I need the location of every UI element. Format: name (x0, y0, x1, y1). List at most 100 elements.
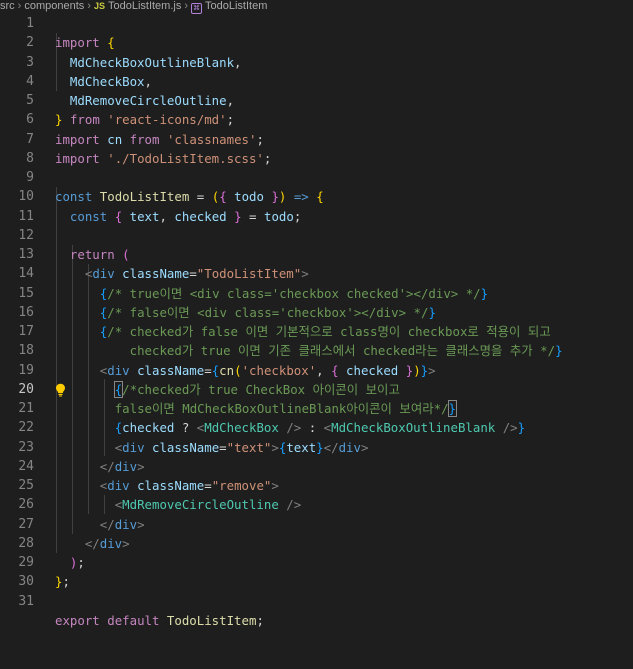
code-token: cn (219, 362, 235, 378)
line-number: 19 (18, 362, 34, 378)
code-line: <div className="TodoListItem"> (55, 264, 563, 283)
code-token: > (360, 439, 369, 455)
code-token: const (69, 208, 108, 224)
code-token: </ (84, 535, 100, 551)
code-token: className (152, 439, 220, 455)
code-token: } (316, 439, 324, 455)
code-token: MdRemoveCircleOutline (122, 497, 279, 513)
code-token: > (137, 458, 145, 474)
line-number: 8 (26, 150, 34, 166)
code-token: > (271, 439, 279, 455)
code-token: TodoListItem (99, 189, 190, 205)
code-token: text (129, 208, 160, 224)
line-number: 2 (26, 35, 34, 51)
code-lines: import { MdCheckBoxOutlineBlank, MdCheck… (55, 14, 563, 669)
code-token: } (428, 304, 436, 320)
code-token: } (517, 420, 526, 436)
line-number: 1 (26, 16, 34, 31)
code-token: ; (256, 612, 264, 628)
code-line: {/* checked가 false 이면 기본적으로 class명이 chec… (55, 322, 563, 341)
code-line: {/* false이면 <div class='checkbox'></div>… (55, 303, 563, 322)
code-line: MdCheckBoxOutlineBlank, (55, 53, 563, 72)
code-token: > (301, 266, 309, 282)
code-token: TodoListItem (166, 612, 257, 628)
line-number: 25 (18, 478, 34, 493)
line-number: 29 (18, 555, 34, 570)
code-token: } (480, 285, 489, 301)
breadcrumb-item-src[interactable]: src (0, 0, 15, 12)
line-number: 16 (18, 304, 34, 320)
code-token: /* true이면 <div class='checkbox checked'>… (107, 285, 481, 301)
code-token: "remove" (211, 478, 272, 493)
code-token: from (129, 131, 160, 147)
code-token: ; (256, 131, 264, 147)
code-token: ? (181, 420, 190, 436)
code-token: > (271, 478, 279, 493)
line-number: 13 (18, 247, 34, 262)
line-number: 18 (18, 343, 34, 359)
code-line: </div> (55, 534, 563, 553)
code-token: todo (234, 189, 264, 205)
code-token: div (338, 439, 361, 455)
code-token: } (234, 208, 242, 224)
code-line: const TodoListItem = ({ todo }) => { (55, 187, 563, 206)
code-token: default (107, 612, 160, 628)
line-number: 27 (18, 516, 34, 532)
code-token: ; (62, 574, 70, 590)
chevron-right-icon: › (17, 0, 22, 12)
line-number: 3 (26, 54, 34, 70)
code-token: > (122, 535, 130, 551)
breadcrumb-item-symbol[interactable]: TodoListItem (205, 0, 267, 12)
code-token: div (99, 535, 123, 551)
code-line: {/* true이면 <div class='checkbox checked'… (55, 284, 563, 303)
code-token: { (331, 362, 339, 378)
line-number: 5 (26, 93, 34, 108)
code-line: </div> (55, 457, 563, 476)
code-line: {/*checked가 true CheckBox 아이콘이 보이고 (55, 380, 563, 399)
line-number: 17 (18, 324, 34, 339)
code-token: < (323, 420, 332, 436)
code-token: checked (346, 362, 399, 378)
code-token: > (428, 362, 436, 378)
code-token: > (137, 516, 145, 532)
code-token: ) (413, 362, 421, 378)
code-line: </div> (55, 515, 563, 534)
code-token: './TodoListItem.scss' (107, 150, 264, 166)
line-number: 10 (18, 189, 34, 205)
line-number: 30 (18, 574, 34, 590)
code-token: = (219, 439, 227, 455)
code-token: ; (77, 555, 85, 570)
code-token: /* checked가 false 이면 기본적으로 class명이 check… (107, 324, 551, 339)
chevron-right-icon: › (184, 0, 189, 12)
code-editor[interactable]: 1 2 3 4 5 6 7 8 9 10 11 12 13 14 15 16 1… (0, 14, 633, 628)
line-number: 6 (26, 112, 34, 128)
breadcrumb-item-components[interactable]: components (24, 0, 84, 12)
code-token: import (55, 150, 100, 166)
line-number: 31 (18, 593, 34, 609)
code-token: cn (107, 131, 123, 147)
code-token: div (114, 458, 138, 474)
code-token: div (92, 266, 115, 282)
code-token: import (55, 35, 100, 51)
code-token: import (55, 131, 100, 147)
code-token: = (189, 266, 197, 282)
code-token: } (55, 112, 63, 128)
breadcrumb-item-file[interactable]: TodoListItem.js (108, 0, 181, 12)
code-line: export default TodoListItem; (55, 611, 563, 630)
code-token: } (555, 343, 563, 359)
code-token: ( (122, 247, 130, 262)
symbol-variable-icon: ⌘ (191, 3, 203, 14)
code-token: ( (234, 362, 242, 378)
code-token: MdCheckBoxOutlineBlank (69, 54, 235, 70)
javascript-file-icon: JS (93, 1, 105, 11)
code-token: = (204, 478, 212, 493)
code-token: from (69, 112, 100, 128)
code-line: }; (55, 572, 563, 591)
line-number: 14 (18, 266, 34, 282)
line-number: 15 (18, 285, 34, 301)
code-line: <MdRemoveCircleOutline /> (55, 495, 563, 514)
code-token: div (107, 362, 130, 378)
code-token: ; (226, 112, 235, 128)
line-number: 9 (26, 170, 34, 185)
line-number: 28 (18, 535, 34, 551)
